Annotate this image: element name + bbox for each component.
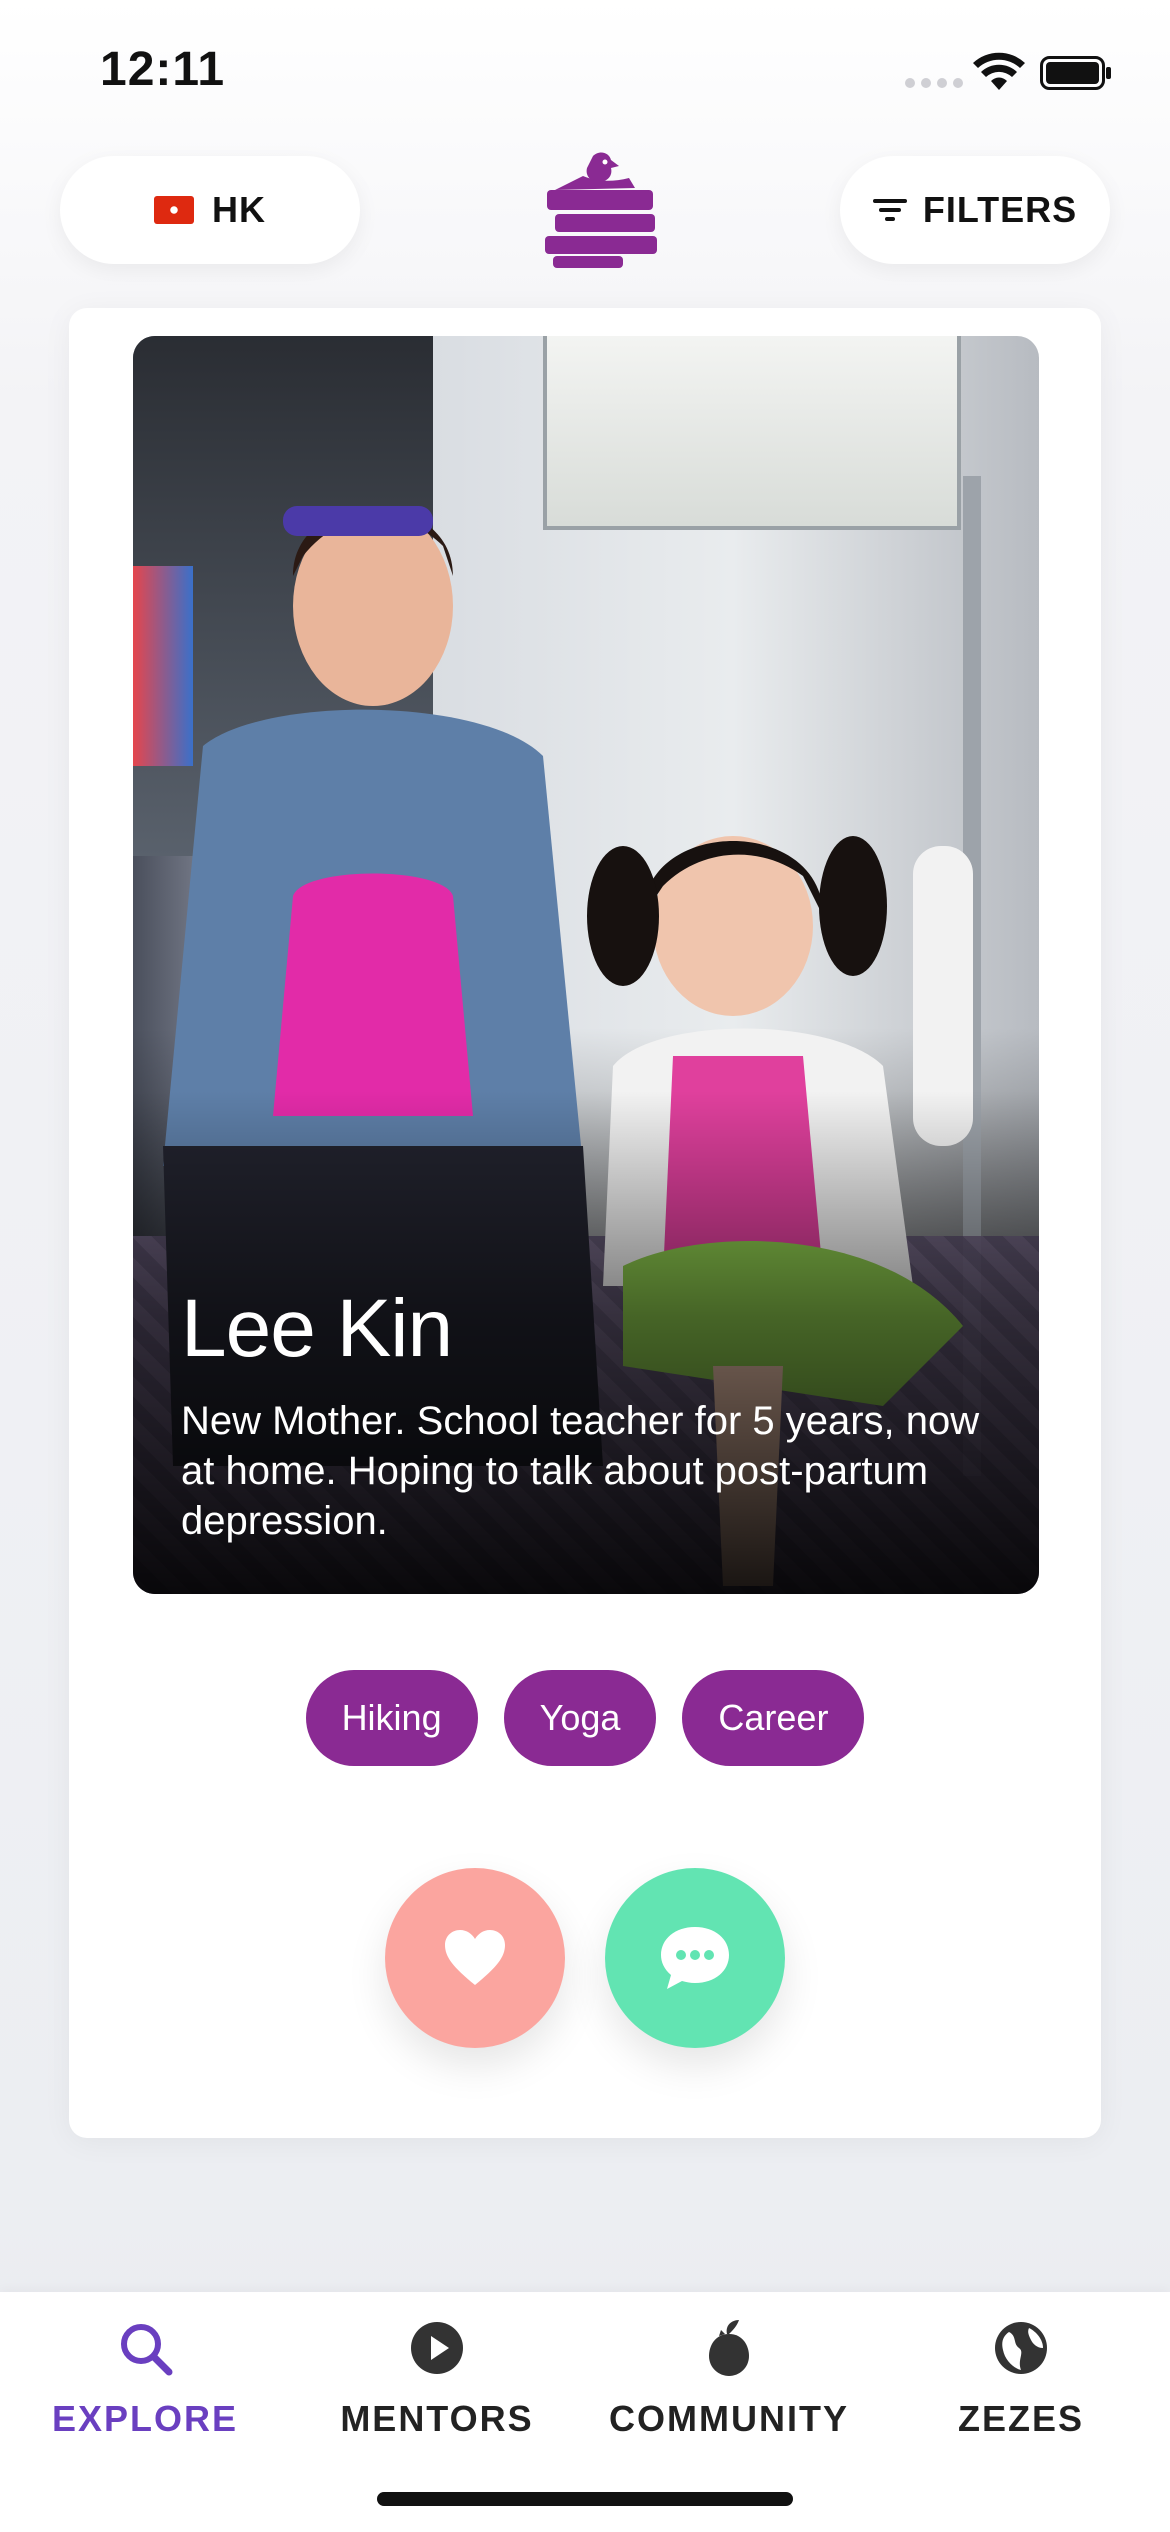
filters-button[interactable]: FILTERS [840, 156, 1110, 264]
tab-zezes[interactable]: ZEZES [876, 2318, 1166, 2468]
region-selector-button[interactable]: HK [60, 156, 360, 264]
home-indicator[interactable] [377, 2492, 793, 2506]
battery-icon [1040, 56, 1111, 90]
chat-bubble-icon [661, 1927, 729, 1989]
tab-label-explore: EXPLORE [51, 2398, 239, 2439]
tab-mentors[interactable]: MENTORS [292, 2318, 582, 2468]
region-label: HK [212, 189, 266, 230]
tab-label-zezes: ZEZES [957, 2398, 1084, 2439]
profile-name: Lee Kin [181, 1283, 453, 1374]
tab-explore[interactable]: EXPLORE [0, 2318, 290, 2468]
app-logo [545, 152, 657, 268]
status-time: 12:11 [100, 43, 226, 96]
filter-icon [872, 199, 907, 221]
message-button[interactable] [605, 1868, 785, 2048]
community-icon [709, 2320, 749, 2376]
status-bar: 12:11 [0, 0, 1170, 150]
heart-icon [445, 1930, 505, 1985]
play-icon [411, 2322, 463, 2374]
tag-yoga[interactable]: Yoga [503, 1670, 657, 1766]
profile-bio: New Mother. School teacher for 5 years, … [181, 1399, 980, 1543]
tag-hiking[interactable]: Hiking [305, 1670, 478, 1766]
tag-career[interactable]: Career [682, 1670, 865, 1766]
hong-kong-flag-icon [154, 196, 194, 224]
profile-card[interactable]: Lee Kin New Mother. School teacher for 5… [69, 308, 1101, 2138]
like-button[interactable] [385, 1868, 565, 2048]
search-icon [121, 2324, 173, 2376]
profile-photo[interactable]: Lee Kin New Mother. School teacher for 5… [133, 336, 1039, 1594]
interest-tags: Hiking Yoga Career [69, 1670, 1101, 1766]
filters-label: FILTERS [922, 189, 1078, 230]
cellular-signal-icon [905, 78, 963, 88]
tab-label-community: COMMUNITY [609, 2398, 849, 2439]
tab-community[interactable]: COMMUNITY [584, 2318, 874, 2468]
tab-label-mentors: MENTORS [340, 2398, 534, 2439]
globe-icon [995, 2322, 1047, 2374]
wifi-icon [973, 52, 1025, 90]
